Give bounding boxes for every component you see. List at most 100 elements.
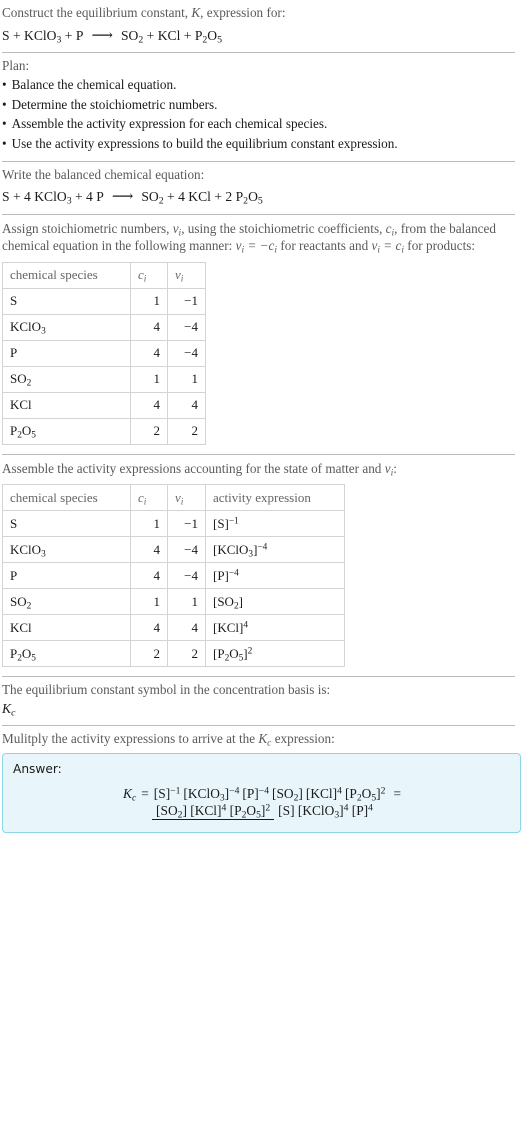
table-row: P2O5 2 2 [P2O5]2 [2,640,345,668]
fraction-numerator: [SO2] [KCl]4 [P2O5]2 [152,802,275,820]
cell-species: KClO3 [2,313,131,341]
column-header-species: chemical species [2,261,131,289]
table-row: S 1 −1 [2,287,206,315]
column-header-c: ci [130,261,168,289]
cell-activity-expression: [KClO3]−4 [205,536,345,564]
table-row: SO2 1 1 [SO2] [2,588,345,616]
cell-v: −4 [167,313,206,341]
plan-heading: Plan: [2,58,30,74]
product-rule: νi = ci [371,238,405,257]
cell-c: 2 [130,417,168,445]
balanced-equation: S + 4 KClO3 + 4 P ⟶ SO2 + 4 KCl + 2 P2O5 [2,189,263,207]
plan-section: Plan: Balance the chemical equation. Det… [2,53,523,161]
activity-expressions-section: Assemble the activity expressions accoun… [2,455,523,676]
activity-heading-pre: Assemble the activity expressions accoun… [2,460,385,476]
table-row: SO2 1 1 [2,365,206,393]
term-kclo3: [KClO3]−4 [183,785,240,804]
cell-v: −1 [167,510,206,538]
plan-list: Balance the chemical equation. Determine… [2,76,523,154]
question-section: Construct the equilibrium constant, K, e… [2,0,523,52]
stoichiometric-paragraph: Assign stoichiometric numbers, νi, using… [2,220,523,257]
term-p2o5: [P2O5]2 [344,785,386,804]
cell-v: 1 [167,365,206,393]
answer-label: Answer: [13,762,62,777]
cell-c: 4 [130,313,168,341]
list-item: Balance the chemical equation. [2,76,523,96]
cell-v: 1 [167,588,206,616]
stoich-text-5: for products: [404,238,476,254]
cell-v: 4 [167,614,206,642]
table-row: KClO3 4 −4 [KClO3]−4 [2,536,345,564]
stoich-text-4: for reactants and [277,238,372,254]
question-prompt-pre: Construct the equilibrium constant, [2,5,192,20]
kc-inline-symbol: Kc [258,730,272,749]
cell-species: P [2,339,131,367]
column-header-c: ci [130,484,168,512]
cell-species: S [2,510,131,538]
equals-sign: = [141,785,149,801]
activity-heading-post: : [393,460,397,476]
activity-table: chemical species ci νi activity expressi… [2,484,345,668]
table-row: P2O5 2 2 [2,417,206,445]
solution-page: Construct the equilibrium constant, K, e… [0,0,525,837]
cell-v: 2 [167,640,206,668]
cell-activity-expression: [P2O5]2 [205,640,345,668]
cell-c: 4 [130,339,168,367]
equilibrium-constant-symbol: K [191,5,201,20]
table-header-row: chemical species ci νi [2,261,206,289]
cell-activity-expression: [KCl]4 [205,614,345,642]
cell-species: P [2,562,131,590]
cell-species: KCl [2,391,131,419]
table-row: P 4 −4 [P]−4 [2,562,345,590]
answer-section: Mulitply the activity expressions to arr… [2,726,523,837]
table-row: S 1 −1 [S]−1 [2,510,345,538]
cell-c: 4 [130,391,168,419]
kc-symbol-heading: The equilibrium constant symbol in the c… [2,682,331,698]
answer-expression: Kc = [S]−1 [KClO3]−4 [P]−4 [SO2] [KCl]4 [P2O5]2… [13,786,510,820]
column-header-v: νi [167,484,206,512]
table-row: KCl 4 4 [2,391,206,419]
multiply-heading: Mulitply the activity expressions to arr… [2,731,523,748]
cell-v: −1 [167,287,206,315]
kc-symbol-section: The equilibrium constant symbol in the c… [2,677,523,724]
cell-c: 1 [130,510,168,538]
cell-c: 1 [130,287,168,315]
cell-species: P2O5 [2,640,131,668]
cell-v: −4 [167,562,206,590]
list-item: Assemble the activity expression for eac… [2,115,523,135]
column-header-v: νi [167,261,206,289]
cell-v: 2 [167,417,206,445]
list-item: Use the activity expressions to build th… [2,134,523,154]
table-row: KClO3 4 −4 [2,313,206,341]
term-p: [P]−4 [242,785,270,801]
cell-v: 4 [167,391,206,419]
cell-c: 1 [130,588,168,616]
cell-v: −4 [167,536,206,564]
multiply-heading-pre: Mulitply the activity expressions to arr… [2,730,259,746]
kc-symbol: Kc [2,700,16,719]
reactant-rule: νi = −ci [235,238,278,257]
answer-lhs: Kc [123,785,137,804]
answer-box: Answer: Kc = [S]−1 [KClO3]−4 [P]−4 [SO2] [KCl]… [2,753,521,833]
nu-symbol: νi [384,460,394,479]
cell-species: KClO3 [2,536,131,564]
cell-c: 1 [130,365,168,393]
term-kcl: [KCl]4 [305,785,342,801]
column-header-species: chemical species [2,484,131,512]
term-s: [S]−1 [153,785,181,801]
balanced-equation-heading: Write the balanced chemical equation: [2,166,205,182]
column-header-activity: activity expression [205,484,345,512]
balanced-equation-section: Write the balanced chemical equation: S … [2,162,523,214]
table-row: KCl 4 4 [KCl]4 [2,614,345,642]
reaction-arrow-icon: ⟶ [91,27,113,44]
table-header-row: chemical species ci νi activity expressi… [2,484,345,512]
cell-c: 2 [130,640,168,668]
nu-symbol: νi [172,221,182,239]
stoich-text-2: , using the stoichiometric coefficients, [181,221,386,236]
cell-c: 4 [130,614,168,642]
cell-activity-expression: [P]−4 [205,562,345,590]
stoich-text-1: Assign stoichiometric numbers, [2,221,173,236]
cell-species: SO2 [2,365,131,393]
cell-activity-expression: [S]−1 [205,510,345,538]
cell-activity-expression: [SO2] [205,588,345,616]
